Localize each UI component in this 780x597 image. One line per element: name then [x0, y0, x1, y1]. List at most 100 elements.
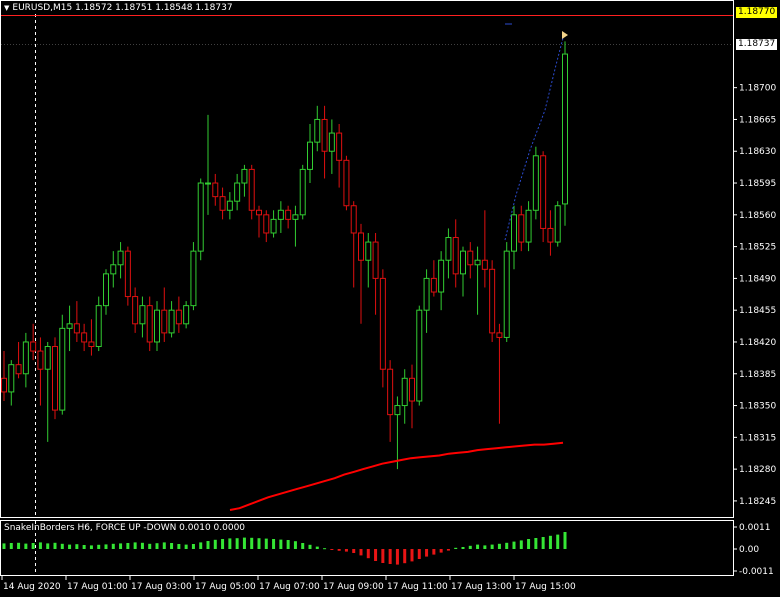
histogram-bar [366, 549, 370, 559]
candle-body [467, 250, 474, 266]
candle-body [481, 259, 488, 270]
candle-body [438, 259, 445, 293]
histogram-bar [534, 538, 538, 549]
price-label: 1.18350 [739, 402, 776, 412]
candle-body [146, 305, 153, 343]
candle-body [540, 155, 547, 229]
time-label: 17 Aug 01:00 [67, 582, 128, 592]
histogram-bar [155, 543, 159, 549]
histogram-bar [53, 542, 57, 549]
candle-body [401, 377, 408, 407]
price-label: 1.18700 [739, 84, 776, 94]
time-label: 17 Aug 09:00 [323, 582, 384, 592]
histogram-bar [286, 540, 290, 549]
time-label: 17 Aug 13:00 [451, 582, 512, 592]
candle-body [168, 309, 175, 334]
histogram-bar [403, 549, 407, 564]
histogram-bar [548, 535, 552, 549]
histogram-bar [235, 538, 239, 549]
candle-body [226, 200, 233, 211]
histogram-bar [17, 542, 21, 549]
histogram-bar [293, 541, 297, 549]
candle-body [409, 377, 415, 402]
time-label: 17 Aug 03:00 [131, 582, 192, 592]
time-label: 17 Aug 07:00 [259, 582, 320, 592]
histogram-bar [519, 540, 523, 549]
histogram-bar [82, 545, 86, 549]
candle-body [103, 273, 109, 307]
candle-body [387, 368, 394, 416]
candle-body [183, 305, 190, 325]
histogram-bar [221, 539, 225, 549]
indicator-title: SnakeInBorders H6, FORCE UP -DOWN 0.0010… [4, 523, 246, 533]
histogram-bar [395, 549, 399, 565]
histogram-bar [512, 541, 516, 549]
histogram-bar [483, 545, 487, 549]
histogram-bar [476, 544, 480, 549]
histogram-bar [337, 549, 341, 551]
candle-body [365, 241, 372, 261]
histogram-bar [344, 549, 348, 552]
candle-body [73, 323, 80, 334]
candle-body [132, 296, 139, 325]
histogram-bar [497, 543, 501, 549]
histogram-bar [148, 543, 152, 549]
candle-body [474, 259, 481, 266]
histogram-bar [199, 542, 203, 549]
histogram-bar [446, 549, 450, 551]
histogram-bar [323, 548, 327, 550]
candle-body [277, 209, 284, 220]
histogram-bar [461, 547, 465, 549]
histogram-bar [228, 538, 232, 549]
indicator-label: 0.0011 [739, 523, 771, 533]
histogram-bar [279, 539, 283, 549]
candle-body [81, 332, 88, 343]
price-label: 1.18245 [739, 497, 776, 507]
candle-body [489, 268, 496, 334]
histogram-bar [68, 544, 72, 549]
histogram-bar [213, 539, 217, 549]
collapse-triangle-icon[interactable]: ▼ [4, 4, 9, 12]
price-label: 1.18560 [739, 211, 776, 221]
histogram-bar [272, 539, 276, 549]
candle-body [161, 309, 168, 334]
price-label: 1.18665 [739, 115, 776, 125]
histogram-bar [381, 549, 385, 563]
candle-body [95, 305, 102, 348]
price-label: 1.18420 [739, 338, 776, 348]
candle-body [139, 305, 146, 325]
histogram-bar [527, 539, 531, 549]
price-label: 1.18525 [739, 243, 776, 253]
candle-body [423, 277, 430, 311]
price-label: 1.18280 [739, 465, 776, 475]
candle-body [212, 182, 219, 198]
ask-price-tag: 1.18770 [736, 7, 778, 18]
histogram-bar [556, 534, 560, 549]
histogram-bar [104, 544, 108, 549]
candle-body [532, 155, 539, 211]
histogram-bar [9, 543, 13, 549]
candle-body [547, 227, 554, 243]
candle-body [241, 168, 248, 184]
candle-body [175, 309, 182, 325]
histogram-bar [352, 549, 356, 553]
chart-window[interactable]: 1.18700 1.18665 1.18630 1.18595 1.18560 1.185… [0, 0, 780, 597]
histogram-bar [140, 542, 144, 549]
candle-body [44, 346, 51, 370]
indicator-label: 0.00 [739, 545, 759, 555]
price-label: 1.18630 [739, 147, 776, 157]
candle-body [234, 182, 241, 202]
candle-body [8, 364, 15, 393]
candle-body [30, 341, 37, 352]
candle-body [394, 405, 401, 416]
histogram-bar [184, 544, 188, 549]
histogram-bar [439, 549, 443, 553]
candle-body [445, 237, 452, 261]
candle-body [496, 332, 503, 338]
candle-body [270, 218, 277, 234]
candle-body [124, 250, 131, 298]
chart-title: ▼ EURUSD,M15 1.18572 1.18751 1.18548 1.18… [4, 3, 233, 13]
candle-body [518, 214, 525, 243]
candle-body [503, 250, 510, 338]
price-label: 1.18385 [739, 370, 776, 380]
